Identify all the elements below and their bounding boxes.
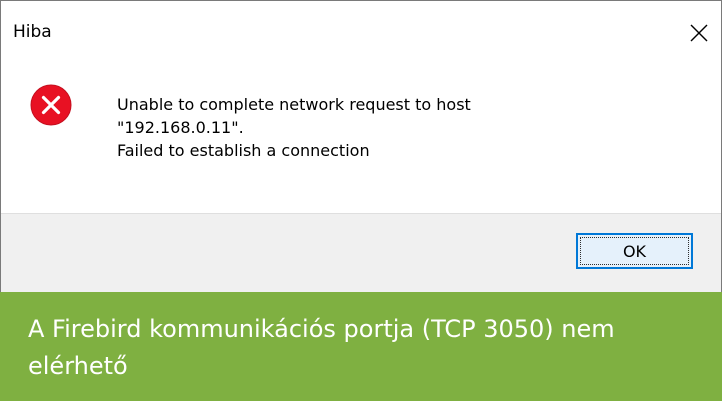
dialog-title: Hiba <box>13 22 52 42</box>
caption-text: A Firebird kommunikációs portja (TCP 305… <box>28 315 615 380</box>
page: Hiba Unable to complete network request … <box>0 0 722 401</box>
error-dialog: Hiba Unable to complete network request … <box>0 0 722 292</box>
caption-band: A Firebird kommunikációs portja (TCP 305… <box>0 292 722 401</box>
ok-button-label: OK <box>622 241 647 261</box>
dialog-titlebar[interactable]: Hiba <box>1 1 721 67</box>
error-message-line: Failed to establish a connection <box>117 141 370 160</box>
ok-button[interactable]: OK <box>576 233 693 269</box>
dialog-footer: OK <box>1 213 721 292</box>
close-button[interactable] <box>677 13 721 53</box>
close-icon <box>690 24 708 42</box>
error-message: Unable to complete network request to ho… <box>117 93 697 162</box>
error-message-line: "192.168.0.11". <box>117 118 244 137</box>
error-message-line: Unable to complete network request to ho… <box>117 95 471 114</box>
dialog-content: Unable to complete network request to ho… <box>1 67 721 213</box>
error-icon <box>30 84 72 126</box>
